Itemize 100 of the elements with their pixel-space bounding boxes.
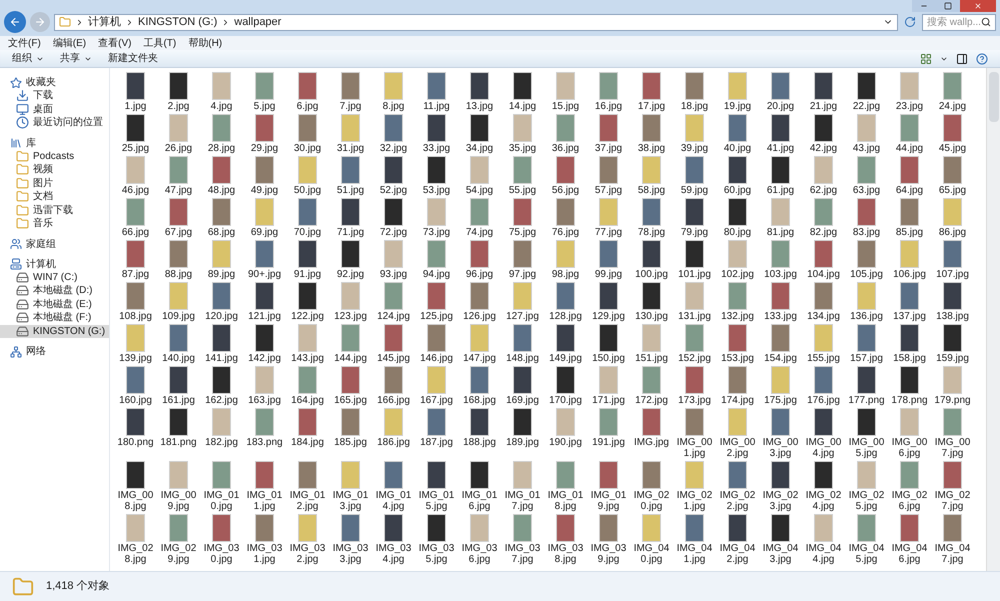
file-name[interactable]: 159.jpg xyxy=(931,353,974,364)
nav-group[interactable]: 收藏夹 xyxy=(0,76,109,89)
file-name[interactable]: 60.jpg xyxy=(716,185,759,196)
nav-item[interactable]: 本地磁盘 (E:) xyxy=(0,298,109,311)
file-name[interactable]: 185.jpg xyxy=(329,437,372,448)
file-name[interactable]: 166.jpg xyxy=(372,395,415,406)
file-name[interactable]: 71.jpg xyxy=(329,227,372,238)
file-name[interactable]: 184.jpg xyxy=(286,437,329,448)
file-name[interactable]: IMG.jpg xyxy=(630,437,673,448)
file-name[interactable]: 147.jpg xyxy=(458,353,501,364)
file-name[interactable]: IMG_011.jpg xyxy=(243,490,286,512)
nav-item[interactable]: 最近访问的位置 xyxy=(0,116,109,130)
search-field[interactable]: 搜索 wallp... xyxy=(922,14,996,30)
file-name[interactable]: 137.jpg xyxy=(888,311,931,322)
file-name[interactable]: IMG_032.jpg xyxy=(286,543,329,565)
file-name[interactable]: 97.jpg xyxy=(501,269,544,280)
file-name[interactable]: 18.jpg xyxy=(673,101,716,112)
file-name[interactable]: 38.jpg xyxy=(630,143,673,154)
file-name[interactable]: 167.jpg xyxy=(415,395,458,406)
file-name[interactable]: 50.jpg xyxy=(286,185,329,196)
file-name[interactable]: 90+.jpg xyxy=(243,269,286,280)
file-name[interactable]: 82.jpg xyxy=(802,227,845,238)
file-name[interactable]: 183.png xyxy=(243,437,286,448)
menu-item[interactable]: 文件(F) xyxy=(8,36,41,50)
file-name[interactable]: 176.jpg xyxy=(802,395,845,406)
file-name[interactable]: 23.jpg xyxy=(888,101,931,112)
toolbar-dropdown[interactable]: 共享 xyxy=(60,51,92,66)
file-name[interactable]: 161.jpg xyxy=(157,395,200,406)
menu-item[interactable]: 查看(V) xyxy=(98,36,132,50)
file-name[interactable]: 7.jpg xyxy=(329,101,372,112)
file-name[interactable]: IMG_023.jpg xyxy=(759,490,802,512)
file-name[interactable]: 65.jpg xyxy=(931,185,974,196)
file-name[interactable]: IMG_033.jpg xyxy=(329,543,372,565)
file-name[interactable]: 173.jpg xyxy=(673,395,716,406)
file-name[interactable]: 148.jpg xyxy=(501,353,544,364)
file-name[interactable]: IMG_003.jpg xyxy=(759,437,802,459)
file-name[interactable]: 45.jpg xyxy=(931,143,974,154)
file-name[interactable]: 162.jpg xyxy=(200,395,243,406)
file-name[interactable]: 144.jpg xyxy=(329,353,372,364)
file-name[interactable]: 88.jpg xyxy=(157,269,200,280)
file-name[interactable]: 83.jpg xyxy=(845,227,888,238)
file-name[interactable]: 8.jpg xyxy=(372,101,415,112)
file-name[interactable]: 34.jpg xyxy=(458,143,501,154)
nav-group[interactable]: 库 xyxy=(0,136,109,150)
file-name[interactable]: 96.jpg xyxy=(458,269,501,280)
file-name[interactable]: 103.jpg xyxy=(759,269,802,280)
file-name[interactable]: IMG_017.jpg xyxy=(501,490,544,512)
file-name[interactable]: IMG_004.jpg xyxy=(802,437,845,459)
file-name[interactable]: 131.jpg xyxy=(673,311,716,322)
file-name[interactable]: 28.jpg xyxy=(200,143,243,154)
file-name[interactable]: 29.jpg xyxy=(243,143,286,154)
breadcrumb-item[interactable]: 计算机 xyxy=(88,14,121,30)
file-name[interactable]: 11.jpg xyxy=(415,101,458,112)
nav-item[interactable]: 迅雷下载 xyxy=(0,204,109,217)
file-name[interactable]: 107.jpg xyxy=(931,269,974,280)
file-name[interactable]: 102.jpg xyxy=(716,269,759,280)
breadcrumb-item[interactable]: wallpaper xyxy=(234,14,282,30)
file-name[interactable]: IMG_018.jpg xyxy=(544,490,587,512)
file-name[interactable]: 59.jpg xyxy=(673,185,716,196)
file-name[interactable]: IMG_025.jpg xyxy=(845,490,888,512)
maximize-button[interactable] xyxy=(936,0,960,12)
file-name[interactable]: 2.jpg xyxy=(157,101,200,112)
file-name[interactable]: 37.jpg xyxy=(587,143,630,154)
nav-item[interactable]: 本地磁盘 (F:) xyxy=(0,311,109,324)
file-name[interactable]: 120.jpg xyxy=(200,311,243,322)
nav-item[interactable]: WIN7 (C:) xyxy=(0,270,109,284)
file-name[interactable]: 19.jpg xyxy=(716,101,759,112)
file-name[interactable]: IMG_002.jpg xyxy=(716,437,759,459)
file-name[interactable]: 139.jpg xyxy=(114,353,157,364)
file-name[interactable]: 155.jpg xyxy=(802,353,845,364)
file-name[interactable]: 180.png xyxy=(114,437,157,448)
file-name[interactable]: 77.jpg xyxy=(587,227,630,238)
file-name[interactable]: 189.jpg xyxy=(501,437,544,448)
file-name[interactable]: 190.jpg xyxy=(544,437,587,448)
file-name[interactable]: 124.jpg xyxy=(372,311,415,322)
file-name[interactable]: 62.jpg xyxy=(802,185,845,196)
file-name[interactable]: 151.jpg xyxy=(630,353,673,364)
file-name[interactable]: 186.jpg xyxy=(372,437,415,448)
nav-item[interactable]: 下载 xyxy=(0,89,109,102)
file-name[interactable]: IMG_028.jpg xyxy=(114,543,157,565)
file-name[interactable]: 1.jpg xyxy=(114,101,157,112)
file-name[interactable]: IMG_043.jpg xyxy=(759,543,802,565)
file-name[interactable]: 80.jpg xyxy=(716,227,759,238)
file-name[interactable]: 53.jpg xyxy=(415,185,458,196)
file-name[interactable]: 128.jpg xyxy=(544,311,587,322)
file-name[interactable]: 61.jpg xyxy=(759,185,802,196)
file-name[interactable]: IMG_020.jpg xyxy=(630,490,673,512)
file-name[interactable]: 141.jpg xyxy=(200,353,243,364)
nav-item[interactable]: 文档 xyxy=(0,190,109,204)
file-name[interactable]: 138.jpg xyxy=(931,311,974,322)
file-name[interactable]: 92.jpg xyxy=(329,269,372,280)
file-name[interactable]: 35.jpg xyxy=(501,143,544,154)
file-name[interactable]: 182.jpg xyxy=(200,437,243,448)
file-name[interactable]: 40.jpg xyxy=(716,143,759,154)
file-name[interactable]: 55.jpg xyxy=(501,185,544,196)
file-name[interactable]: 150.jpg xyxy=(587,353,630,364)
file-name[interactable]: 16.jpg xyxy=(587,101,630,112)
file-name[interactable]: IMG_008.jpg xyxy=(114,490,157,512)
file-name[interactable]: 157.jpg xyxy=(845,353,888,364)
file-name[interactable]: 168.jpg xyxy=(458,395,501,406)
